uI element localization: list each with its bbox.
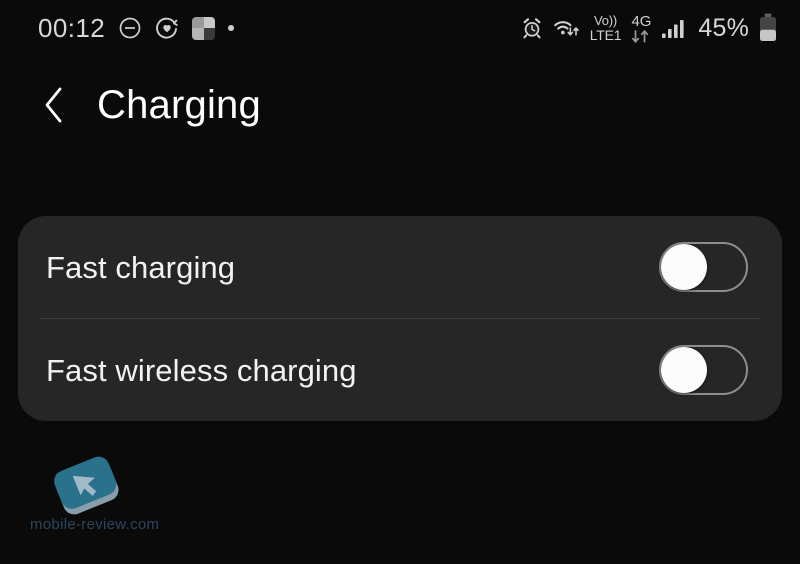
- signal-bars-icon: [661, 16, 687, 40]
- watermark: mobile-review.com: [28, 452, 188, 538]
- data-transfer-arrows-icon: [630, 29, 652, 43]
- volte-label-bottom: LTE1: [589, 27, 622, 43]
- health-heart-icon: [155, 16, 179, 40]
- fast-wireless-charging-toggle[interactable]: [659, 345, 748, 395]
- status-bar-left-group: 00:12: [38, 13, 235, 43]
- wifi-icon: [553, 16, 581, 40]
- multi-window-icon: [192, 16, 216, 40]
- fast-charging-label: Fast charging: [46, 249, 236, 285]
- fast-wireless-charging-label: Fast wireless charging: [46, 352, 357, 388]
- page-title: Charging: [97, 83, 261, 127]
- setting-row-fast-wireless-charging[interactable]: Fast wireless charging: [18, 319, 782, 421]
- do-not-disturb-icon: [118, 16, 142, 40]
- network-type-label: 4G: [631, 12, 652, 30]
- settings-card: Fast charging Fast wireless charging: [18, 216, 782, 421]
- toggle-knob: [661, 347, 707, 393]
- status-bar-right-group: Vo)) LTE1 4G 45%: [520, 13, 778, 43]
- toggle-knob: [661, 244, 707, 290]
- alarm-icon: [520, 16, 544, 40]
- mobile-network-icon: 4G: [630, 14, 652, 43]
- chevron-left-icon: [40, 83, 70, 127]
- watermark-text: mobile-review.com: [30, 516, 160, 533]
- quad-top-right: [203, 16, 216, 28]
- setting-row-fast-charging[interactable]: Fast charging: [18, 216, 782, 318]
- quad-bottom-left: [192, 28, 204, 40]
- back-button[interactable]: [40, 83, 84, 127]
- volte-icon: Vo)) LTE1: [590, 14, 622, 42]
- status-bar: 00:12 Vo)) LTE1 4G 45%: [0, 0, 800, 56]
- battery-percent-label: 45%: [698, 13, 749, 42]
- volte-label-top: Vo)): [594, 13, 618, 28]
- quad-bottom-right: [203, 28, 216, 40]
- mobile-review-logo-icon: [54, 456, 119, 515]
- battery-icon: [758, 13, 778, 43]
- page-header: Charging: [0, 62, 800, 148]
- fast-charging-toggle[interactable]: [659, 242, 748, 292]
- quad-top-left: [192, 16, 204, 28]
- notification-dot-icon: [228, 25, 235, 31]
- status-bar-clock: 00:12: [38, 13, 106, 43]
